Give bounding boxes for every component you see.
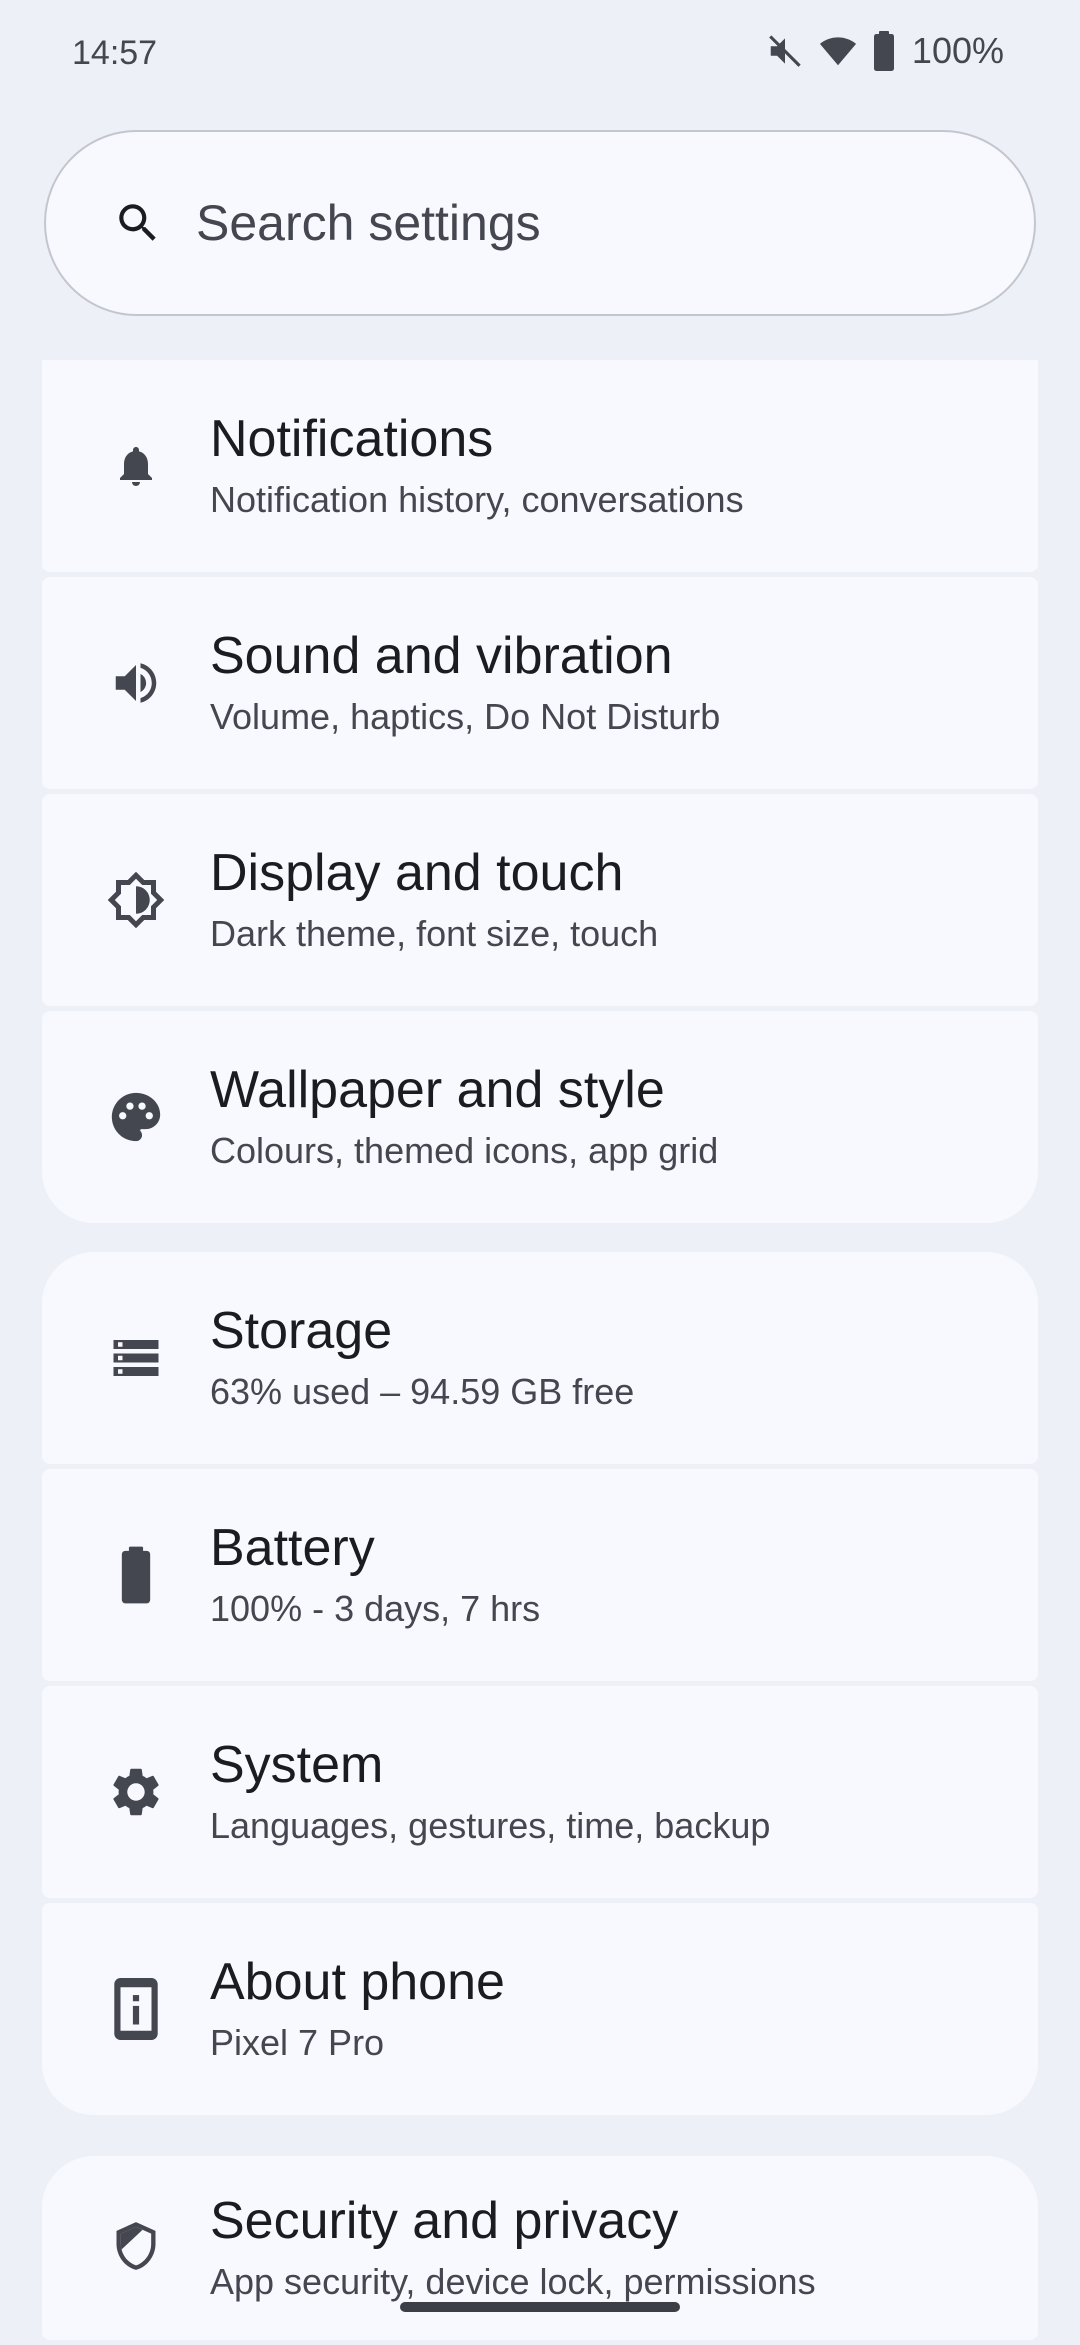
storage-icon (104, 1326, 168, 1390)
status-time: 14:57 (72, 34, 158, 72)
settings-group-device: Storage 63% used – 94.59 GB free Battery… (42, 1252, 1038, 2115)
volume-icon (104, 651, 168, 715)
item-title: Sound and vibration (210, 627, 673, 685)
item-subtitle: Colours, themed icons, app grid (210, 1130, 719, 1171)
search-icon (110, 195, 166, 251)
wifi-icon (818, 32, 858, 70)
item-title: Notifications (210, 410, 494, 468)
gesture-nav-handle[interactable] (400, 2302, 680, 2312)
settings-item-display[interactable]: Display and touch Dark theme, font size,… (42, 794, 1038, 1006)
status-bar: 14:57 100% (0, 0, 1080, 110)
item-title: About phone (210, 1953, 505, 2011)
settings-item-security[interactable]: Security and privacy App security, devic… (42, 2156, 1038, 2340)
palette-icon (104, 1085, 168, 1149)
item-subtitle: Volume, haptics, Do Not Disturb (210, 696, 721, 737)
item-title: Display and touch (210, 844, 624, 902)
item-subtitle: 100% - 3 days, 7 hrs (210, 1588, 541, 1629)
search-placeholder: Search settings (196, 195, 541, 251)
settings-group-security: Security and privacy App security, devic… (42, 2156, 1038, 2345)
bell-icon (104, 434, 168, 498)
item-title: Storage (210, 1302, 393, 1360)
battery-percent: 100% (911, 30, 1004, 71)
settings-group-personalization: Notifications Notification history, conv… (42, 360, 1038, 1223)
item-subtitle: Languages, gestures, time, backup (210, 1805, 771, 1846)
battery-icon (104, 1543, 168, 1607)
search-input[interactable]: Search settings (44, 130, 1036, 316)
item-title: System (210, 1736, 384, 1794)
item-subtitle: Pixel 7 Pro (210, 2022, 385, 2063)
battery-icon (872, 31, 896, 71)
settings-item-sound[interactable]: Sound and vibration Volume, haptics, Do … (42, 577, 1038, 789)
status-icons: 100% (766, 30, 1004, 72)
phone-info-icon (104, 1977, 168, 2041)
shield-icon (104, 2214, 168, 2278)
settings-item-storage[interactable]: Storage 63% used – 94.59 GB free (42, 1252, 1038, 1464)
settings-item-system[interactable]: System Languages, gestures, time, backup (42, 1686, 1038, 1898)
item-subtitle: 63% used – 94.59 GB free (210, 1371, 635, 1412)
settings-item-wallpaper[interactable]: Wallpaper and style Colours, themed icon… (42, 1011, 1038, 1223)
item-subtitle: App security, device lock, permissions (210, 2261, 816, 2302)
item-title: Wallpaper and style (210, 1061, 665, 1119)
item-subtitle: Notification history, conversations (210, 479, 744, 520)
item-subtitle: Dark theme, font size, touch (210, 913, 659, 954)
settings-item-notifications[interactable]: Notifications Notification history, conv… (42, 360, 1038, 572)
settings-item-battery[interactable]: Battery 100% - 3 days, 7 hrs (42, 1469, 1038, 1681)
item-title: Battery (210, 1519, 375, 1577)
mute-vibrate-off-icon (766, 32, 804, 70)
brightness-icon (104, 868, 168, 932)
gear-icon (104, 1760, 168, 1824)
settings-item-about-phone[interactable]: About phone Pixel 7 Pro (42, 1903, 1038, 2115)
item-title: Security and privacy (210, 2192, 679, 2250)
